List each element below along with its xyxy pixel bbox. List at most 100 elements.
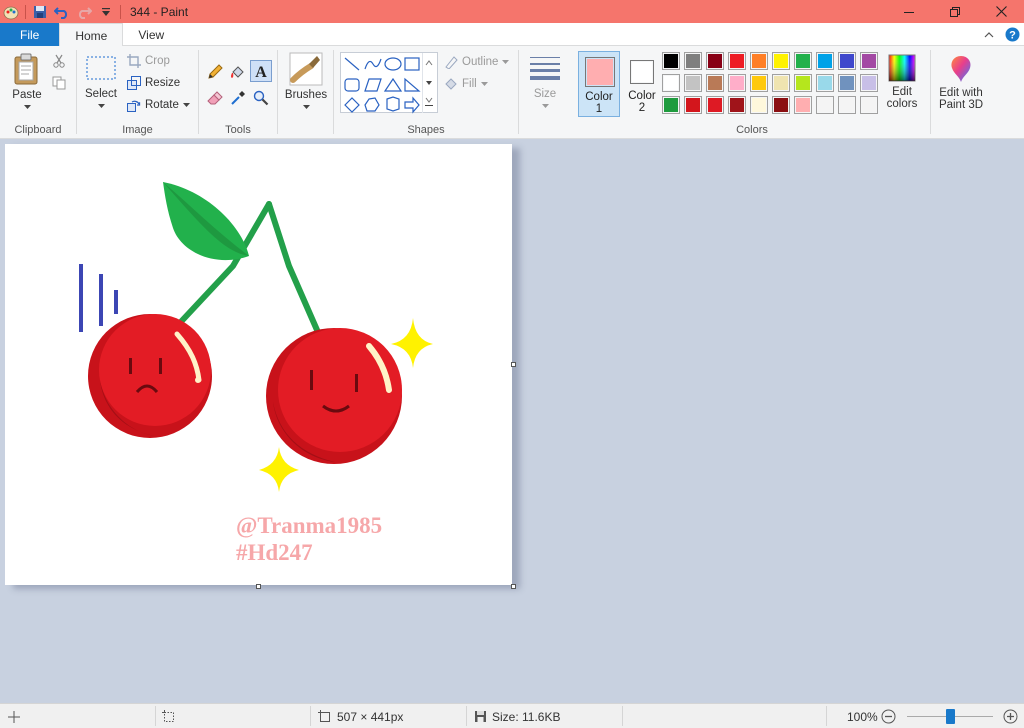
palette-swatch[interactable]	[706, 96, 724, 114]
shapes-gallery-scrollbar[interactable]	[422, 53, 434, 113]
palette-swatch[interactable]	[772, 96, 790, 114]
save-icon[interactable]	[29, 0, 51, 23]
brushes-label: Brushes	[284, 89, 328, 101]
resize-button[interactable]: Resize	[127, 73, 180, 93]
eraser-icon[interactable]	[205, 88, 225, 108]
brush-icon	[289, 52, 323, 86]
palette-swatch[interactable]	[706, 52, 724, 70]
palette-swatch[interactable]	[750, 74, 768, 92]
redo-icon[interactable]	[73, 0, 95, 23]
resize-handle-bottom[interactable]	[256, 584, 261, 589]
cut-icon[interactable]	[52, 54, 66, 71]
magnifier-icon[interactable]	[251, 88, 271, 108]
window-title: 344 - Paint	[130, 4, 189, 19]
outline-icon	[445, 56, 458, 69]
select-label: Select	[85, 88, 117, 100]
palette-swatch[interactable]	[838, 96, 856, 114]
customize-toolbar-icon[interactable]	[95, 0, 117, 23]
color-picker-icon[interactable]	[228, 88, 248, 108]
crop-button[interactable]: Crop	[127, 51, 170, 71]
minimize-button[interactable]	[886, 0, 932, 23]
palette-swatch[interactable]	[728, 52, 746, 70]
palette-swatch[interactable]	[794, 52, 812, 70]
status-bar: 507 × 441px Size: 11.6KB 100%	[0, 703, 1024, 728]
disk-icon	[475, 711, 486, 722]
palette-swatch[interactable]	[662, 96, 680, 114]
crop-label: Crop	[145, 55, 170, 67]
image-group-label: Image	[122, 124, 153, 136]
palette-swatch[interactable]	[794, 74, 812, 92]
fill-button[interactable]: Fill	[444, 74, 492, 94]
paint-app-icon[interactable]	[0, 0, 22, 23]
palette-swatch[interactable]	[684, 52, 702, 70]
collapse-ribbon-icon[interactable]	[978, 31, 1000, 38]
fill-bucket-icon[interactable]	[228, 62, 248, 82]
paint3d-group: Edit with Paint 3D	[931, 46, 991, 139]
palette-swatch[interactable]	[706, 74, 724, 92]
palette-swatch[interactable]	[728, 74, 746, 92]
outline-button[interactable]: Outline	[444, 52, 513, 72]
palette-swatch[interactable]	[816, 74, 834, 92]
edit-colors-button[interactable]: Edit colors	[882, 54, 922, 110]
color2-button[interactable]: Color 2	[622, 51, 662, 117]
resize-handle-corner[interactable]	[511, 584, 516, 589]
file-size-text: Size: 11.6KB	[492, 709, 561, 724]
close-button[interactable]	[978, 0, 1024, 23]
zoom-out-button[interactable]	[881, 704, 896, 728]
edit-with-paint3d-button[interactable]: Edit with Paint 3D	[935, 54, 987, 111]
paste-button[interactable]: Paste	[8, 52, 46, 110]
quick-access-toolbar	[0, 0, 124, 23]
palette-swatch[interactable]	[860, 52, 878, 70]
palette-swatch[interactable]	[772, 52, 790, 70]
dropdown-arrow-icon	[182, 102, 190, 107]
palette-swatch[interactable]	[750, 96, 768, 114]
palette-swatch[interactable]	[684, 96, 702, 114]
palette-swatch[interactable]	[816, 52, 834, 70]
tab-view[interactable]: View	[123, 23, 179, 46]
dropdown-arrow-icon	[97, 104, 105, 108]
tab-home[interactable]: Home	[59, 23, 124, 47]
color2-label: Color	[628, 90, 656, 102]
palette-swatch[interactable]	[772, 74, 790, 92]
palette-swatch[interactable]	[794, 96, 812, 114]
watermark-line-2: #Hd247	[236, 540, 313, 565]
zoom-slider[interactable]	[907, 704, 993, 728]
zoom-in-icon	[1003, 709, 1018, 724]
size-button[interactable]: Size	[525, 54, 565, 109]
resize-label: Resize	[145, 77, 181, 89]
edit-colors-label-2: colors	[886, 98, 918, 110]
colors-group: Color 1 Color 2 Edit colors Colors	[574, 46, 930, 139]
palette-swatch[interactable]	[684, 74, 702, 92]
rotate-label: Rotate	[145, 99, 179, 111]
palette-swatch[interactable]	[838, 52, 856, 70]
file-size: Size: 11.6KB	[474, 704, 560, 728]
drawing-canvas[interactable]: @Tranma1985 #Hd247	[5, 144, 512, 585]
zoom-in-button[interactable]	[1003, 704, 1018, 728]
copy-icon[interactable]	[52, 76, 66, 93]
palette-swatch[interactable]	[838, 74, 856, 92]
restore-button[interactable]	[932, 0, 978, 23]
help-icon[interactable]: ?	[1000, 27, 1024, 42]
palette-swatch[interactable]	[750, 52, 768, 70]
color1-button[interactable]: Color 1	[578, 51, 620, 117]
ribbon: Paste Clipboard Select Crop Resize Rotat…	[0, 46, 1024, 139]
rotate-button[interactable]: Rotate	[127, 95, 194, 115]
watermark-text: @Tranma1985 #Hd247	[236, 512, 382, 566]
text-tool-icon[interactable]: A	[250, 60, 272, 82]
canvas-workspace[interactable]: @Tranma1985 #Hd247	[0, 139, 1024, 703]
palette-swatch[interactable]	[662, 52, 680, 70]
resize-handle-right[interactable]	[511, 362, 516, 367]
undo-icon[interactable]	[51, 0, 73, 23]
palette-swatch[interactable]	[662, 74, 680, 92]
color1-swatch	[585, 57, 615, 87]
tab-file[interactable]: File	[0, 23, 60, 46]
palette-swatch[interactable]	[728, 96, 746, 114]
pencil-icon[interactable]	[205, 62, 225, 82]
palette-swatch[interactable]	[816, 96, 834, 114]
resize-icon	[127, 76, 141, 90]
palette-swatch[interactable]	[860, 96, 878, 114]
palette-swatch[interactable]	[860, 74, 878, 92]
zoom-slider-thumb[interactable]	[946, 709, 955, 724]
select-button[interactable]: Select	[83, 54, 119, 109]
brushes-button[interactable]: Brushes	[284, 52, 328, 110]
